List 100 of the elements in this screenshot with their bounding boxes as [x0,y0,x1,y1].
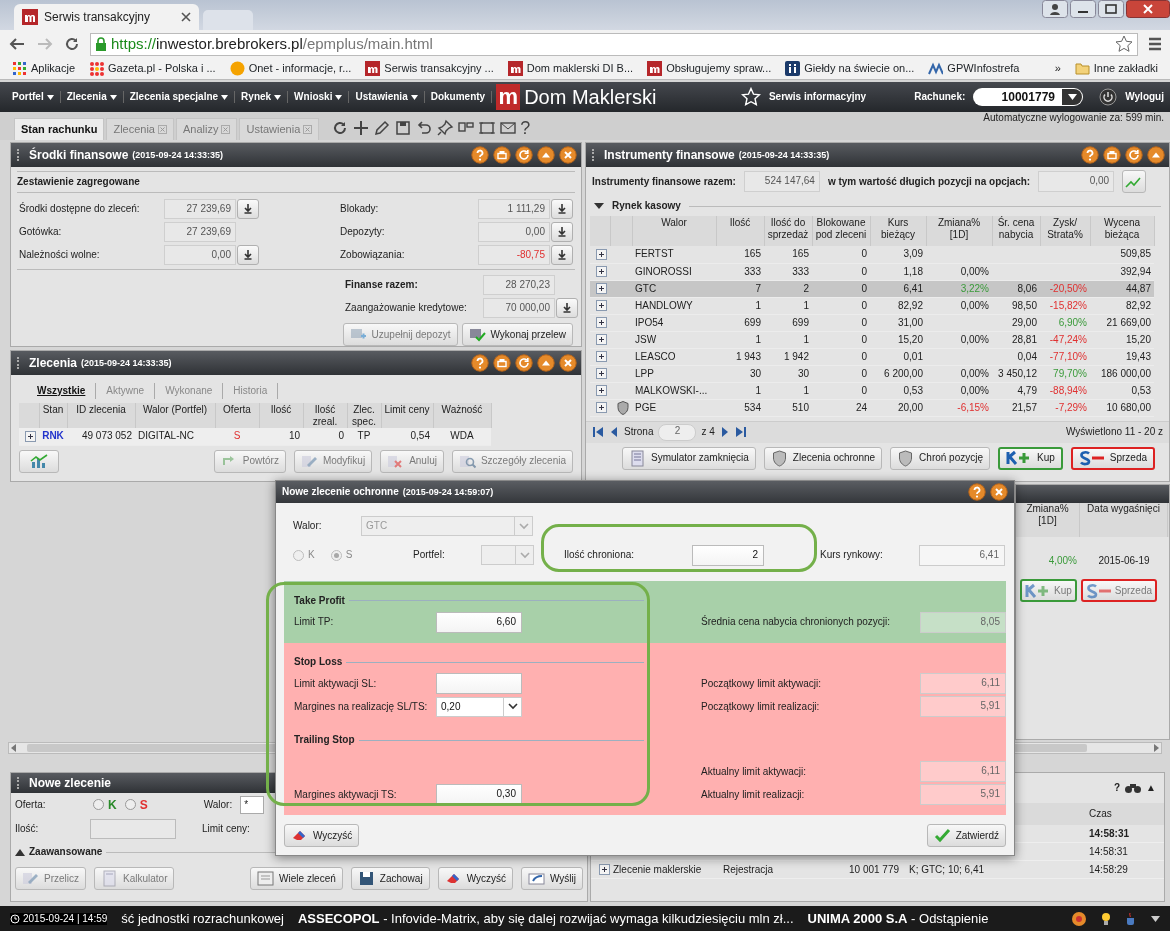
collapse-button[interactable]: ▲ [1146,782,1156,794]
tab[interactable]: Stan rachunku [14,118,105,140]
action-button[interactable]: Zachowaj [350,867,430,890]
group-title[interactable]: Rynek kasowy [612,200,681,212]
expand-icon[interactable] [596,283,607,295]
refresh-icon[interactable] [1125,146,1143,164]
bookmark-link[interactable]: Serwis transakcyjny ... [365,61,494,76]
action-button[interactable]: Wykonaj przelew [461,323,573,346]
logout-link[interactable]: Wyloguj [1125,91,1164,103]
table-row[interactable]: PGE 534 510 24 20,00 -6,15% 21,57 -7,29% 10 680,00 [590,399,1154,416]
download-button[interactable] [551,221,573,242]
collapse-icon[interactable] [537,354,555,372]
next-page-icon[interactable] [719,426,730,438]
quantity-field[interactable] [90,819,176,839]
print-icon[interactable] [1103,146,1121,164]
bookmark-link[interactable]: GPWInfostrefa [928,61,1020,76]
menu-icon[interactable] [1148,37,1162,51]
power-icon[interactable] [1099,88,1118,106]
last-page-icon[interactable] [734,426,747,438]
expand-icon[interactable] [596,351,607,363]
user-icon[interactable] [1042,0,1068,18]
undo-icon[interactable] [415,119,434,137]
collapse-icon[interactable] [1147,146,1165,164]
table-row[interactable]: Zlecenie maklerskie Rejestracja 10 001 779 K; GTC; 10; 6,41 14:58:29 [591,861,1164,879]
table-row[interactable]: GTC 7 2 0 6,41 3,22% 8,06 -20,50% 44,87 [590,280,1154,297]
bookmark-link[interactable]: Obsługujemy spraw... [647,61,772,76]
menu-item[interactable]: Zlecenia specjalne [123,91,236,103]
expand-icon[interactable] [596,249,607,261]
maximize-icon[interactable] [1098,0,1124,18]
star-icon[interactable] [1115,35,1133,53]
instrument-field[interactable]: * [240,796,265,814]
quantity-field[interactable]: 2 [692,544,764,566]
collapse-icon[interactable] [594,201,604,211]
action-button[interactable]: Symulator zamknięcia [622,446,756,470]
expand-icon[interactable] [596,317,607,329]
account-select[interactable]: 10001779 [973,88,1084,106]
help-icon[interactable] [1081,146,1099,164]
more-bookmarks-button[interactable]: » [1054,61,1061,76]
expand-icon[interactable] [596,266,607,278]
radio-label[interactable]: S [139,797,148,813]
back-icon[interactable] [8,36,26,52]
expand-icon[interactable] [599,864,610,876]
action-button[interactable]: Wiele zleceń [250,867,343,890]
close-icon[interactable] [559,146,577,164]
help-button[interactable]: ? [1114,782,1121,794]
limit-field[interactable]: 6,60 [436,611,522,633]
bookmark-link[interactable]: Onet - informacje, r... [229,61,352,76]
news-item[interactable]: ASSECOPOL - Infovide-Matrix, aby się dalej rozwijać wymaga kilkudziesięciu mln zł... [297,910,794,927]
menu-item[interactable]: Ustawienia [349,91,425,103]
help-icon[interactable] [471,146,489,164]
table-row[interactable]: LPP 30 30 0 6 200,00 0,00% 3 450,12 79,70% 186 000,00 [590,365,1154,382]
frame-icon[interactable] [478,119,497,137]
action-button[interactable]: Chroń pozycję [890,446,990,470]
help-icon[interactable] [968,483,986,501]
grip-icon[interactable] [17,149,21,161]
buy-button[interactable]: Kup [998,446,1063,470]
limit-field[interactable] [436,673,522,694]
table-row[interactable]: GINOROSSI 333 333 0 1,18 0,00% 392,94 [590,263,1154,280]
expand-icon[interactable] [596,385,607,397]
news-item[interactable]: UNIMA 2000 S.A - Odstąpienie [807,910,989,927]
plus-icon[interactable] [352,119,371,137]
cup-icon[interactable] [1125,911,1137,926]
sell-button[interactable]: Sprzeda [1070,446,1156,470]
table-row[interactable]: JSW 1 1 0 15,20 0,00% 28,81 -47,24% 15,20 [590,331,1154,348]
first-page-icon[interactable] [592,426,604,438]
arrow-right-icon[interactable] [1151,743,1161,753]
bookmark-link[interactable]: Giełdy na świecie on... [785,61,915,76]
expand-icon[interactable] [596,300,607,312]
table-row[interactable]: MALKOWSKI-... 1 1 0 0,53 0,00% 4,79 -88,94% 0,53 [590,382,1154,399]
record-icon[interactable] [1071,910,1087,927]
bookmark-link[interactable]: Gazeta.pl - Polska i ... [89,61,216,76]
close-icon[interactable] [1126,0,1170,18]
close-icon[interactable] [181,12,191,22]
close-icon[interactable] [559,354,577,372]
expand-icon[interactable] [15,847,25,857]
margin-select[interactable]: 0,20 [436,696,522,717]
pin-icon[interactable] [436,119,455,137]
expand-icon[interactable] [596,402,607,414]
menu-item[interactable]: Portfel [6,91,61,103]
menu-item[interactable]: Rynek [235,91,289,103]
download-button[interactable] [551,244,573,265]
action-button[interactable]: Zlecenia ochronne [763,446,883,470]
table-row[interactable]: HANDLOWY 1 1 0 82,92 0,00% 98,50 -15,82% 82,92 [590,297,1154,314]
table-row[interactable]: LEASCO 1 943 1 942 0 0,01 0,04 -77,10% 19,43 [590,348,1154,365]
download-button[interactable] [551,198,573,219]
menu-item[interactable]: Dokumenty [424,91,493,103]
radio-button[interactable] [124,799,136,811]
binoculars-icon[interactable] [1124,782,1143,794]
bookmark-folder[interactable]: Inne zakładki [1074,61,1158,76]
help-icon[interactable] [471,354,489,372]
table-row[interactable]: FERTST 165 165 0 3,09 509,85 [590,246,1154,263]
bookmark-link[interactable]: Dom maklerski DI B... [507,61,634,76]
close-icon[interactable] [990,483,1008,501]
table-row[interactable]: RNK 49 073 052 DIGITAL-NC S 10 0 TP 0,54 WDA [19,428,491,445]
refresh-icon[interactable] [515,146,533,164]
news-item[interactable]: ść jednostki rozrachunkowej [121,910,284,927]
minimize-icon[interactable] [1070,0,1096,18]
floppy-icon[interactable] [394,119,413,137]
tab[interactable]: Wszystkie [27,383,97,399]
address-bar[interactable]: https://inwestor.brebrokers.pl/epmplus/main.html [90,32,1138,56]
